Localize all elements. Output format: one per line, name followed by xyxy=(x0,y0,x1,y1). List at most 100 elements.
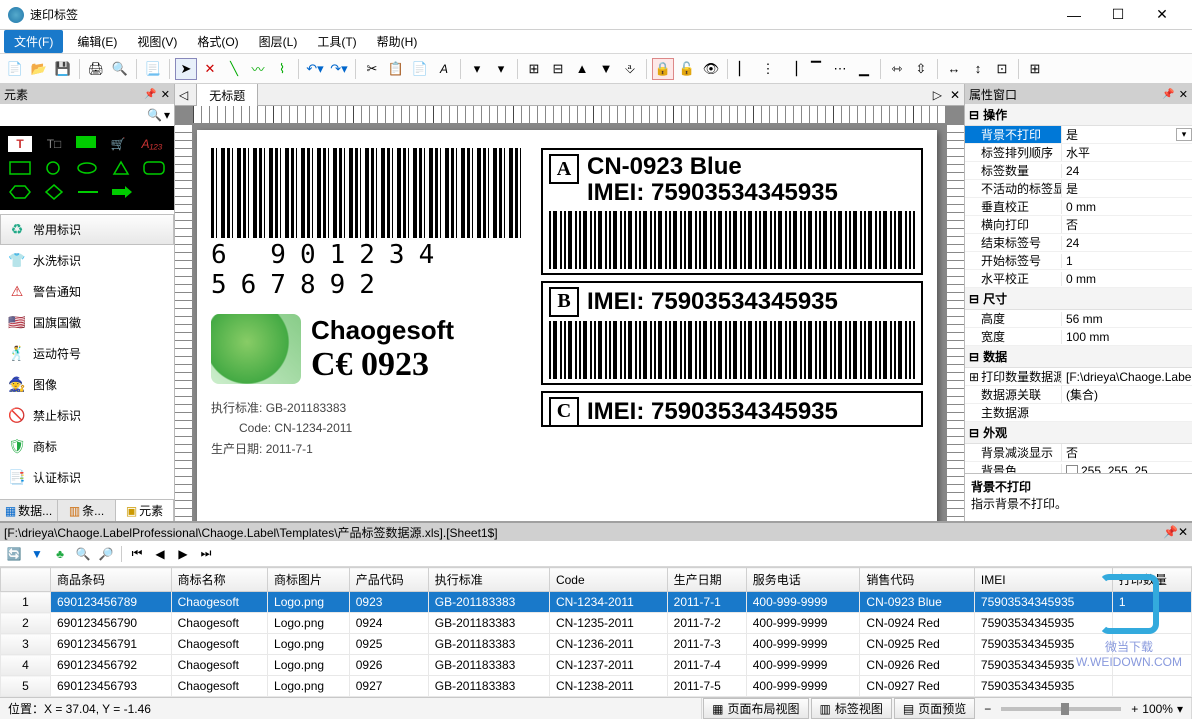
zoom-out-icon[interactable]: − xyxy=(984,702,991,716)
triangle-icon[interactable] xyxy=(109,160,133,176)
distribute-v-button[interactable]: ⇳ xyxy=(910,58,932,80)
same-height-button[interactable]: ↕ xyxy=(967,58,989,80)
same-width-button[interactable]: ↔ xyxy=(943,58,965,80)
align-right-button[interactable]: ▕ xyxy=(781,58,803,80)
view-label[interactable]: ▥ 标签视图 xyxy=(811,698,892,719)
save-button[interactable]: 💾 xyxy=(52,58,74,80)
ellipse-icon[interactable] xyxy=(75,160,99,176)
rect-fill-icon[interactable] xyxy=(76,136,96,148)
prop-row[interactable]: 背景色255, 255, 25 xyxy=(965,462,1192,473)
prop-row[interactable]: 不活动的标签显示是 xyxy=(965,180,1192,198)
menu-view[interactable]: 视图(V) xyxy=(127,30,187,53)
tab-elements[interactable]: ▣元素 xyxy=(116,500,174,521)
main-barcode[interactable] xyxy=(211,148,521,238)
open-button[interactable]: 📂 xyxy=(28,58,50,80)
diamond-icon[interactable] xyxy=(42,184,66,200)
prop-row[interactable]: 主数据源 xyxy=(965,404,1192,422)
category-8[interactable]: 📑认证标识 xyxy=(0,462,174,493)
category-7[interactable]: 🛡商标 xyxy=(0,431,174,462)
print-button[interactable]: 🖨 xyxy=(85,58,107,80)
same-size-button[interactable]: ⊡ xyxy=(991,58,1013,80)
menu-tools[interactable]: 工具(T) xyxy=(307,30,366,53)
bring-front-button[interactable]: ▲ xyxy=(571,58,593,80)
prop-row[interactable]: 宽度100 mm xyxy=(965,328,1192,346)
cut-button[interactable]: ✂ xyxy=(361,58,383,80)
prop-row[interactable]: 背景减淡显示否 xyxy=(965,444,1192,462)
prop-row[interactable]: 垂直校正0 mm xyxy=(965,198,1192,216)
close-icon[interactable]: ✕ xyxy=(1178,525,1188,539)
table-row[interactable]: 2690123456790ChaogesoftLogo.png0924GB-20… xyxy=(1,613,1192,634)
polyline-tool[interactable]: ⌇ xyxy=(271,58,293,80)
slot-b[interactable]: B IMEI: 75903534345935 xyxy=(541,281,923,385)
document-tab[interactable]: 无标题 xyxy=(196,84,258,107)
ce-mark[interactable]: C€ 0923 xyxy=(311,346,454,384)
prop-section[interactable]: ⊟ 外观 xyxy=(965,422,1192,444)
category-6[interactable]: 🚫禁止标识 xyxy=(0,400,174,431)
col-header[interactable]: Code xyxy=(549,568,667,592)
roundrect-icon[interactable] xyxy=(142,160,166,176)
preview-button[interactable]: 🔍 xyxy=(109,58,131,80)
undo-button[interactable]: ↶▾ xyxy=(304,58,326,80)
close-icon[interactable]: ✕ xyxy=(161,88,170,101)
property-grid[interactable]: ⊟ 操作背景不打印是▾标签排列顺序水平标签数量24不活动的标签显示是垂直校正0 … xyxy=(965,104,1192,473)
prop-row[interactable]: 标签数量24 xyxy=(965,162,1192,180)
table-row[interactable]: 5690123456793ChaogesoftLogo.png0927GB-20… xyxy=(1,676,1192,697)
category-5[interactable]: 🧙图像 xyxy=(0,369,174,400)
col-header[interactable]: 商标图片 xyxy=(268,568,350,592)
menu-help[interactable]: 帮助(H) xyxy=(367,30,428,53)
ungroup-button[interactable]: ⊟ xyxy=(547,58,569,80)
col-header[interactable]: 产品代码 xyxy=(349,568,428,592)
table-row[interactable]: 4690123456792ChaogesoftLogo.png0926GB-20… xyxy=(1,655,1192,676)
text-tool-icon[interactable]: T xyxy=(8,136,32,152)
category-1[interactable]: 👕水洗标识 xyxy=(0,245,174,276)
brand-logo-icon[interactable] xyxy=(211,314,301,384)
unlock-button[interactable]: 🔓 xyxy=(676,58,698,80)
redo-button[interactable]: ↷▾ xyxy=(328,58,350,80)
align-center-button[interactable]: ⋮ xyxy=(757,58,779,80)
col-header[interactable]: 商品条码 xyxy=(51,568,172,592)
next-tab-icon[interactable]: ▷ xyxy=(929,88,946,102)
category-2[interactable]: ⚠警告通知 xyxy=(0,276,174,307)
data-grid[interactable]: 商品条码商标名称商标图片产品代码执行标准Code生产日期服务电话销售代码IMEI… xyxy=(0,567,1192,697)
align-top-button[interactable]: ▔ xyxy=(805,58,827,80)
menu-layer[interactable]: 图层(L) xyxy=(249,30,308,53)
lock-button[interactable]: 🔒 xyxy=(652,58,674,80)
paste-button[interactable]: 📄 xyxy=(409,58,431,80)
view-preview[interactable]: ▤ 页面预览 xyxy=(894,698,975,719)
prop-row[interactable]: 结束标签号24 xyxy=(965,234,1192,252)
curve-tool[interactable]: 〰 xyxy=(247,58,269,80)
menu-file[interactable]: 文件(F) xyxy=(4,30,63,53)
close-tab-icon[interactable]: ✕ xyxy=(946,88,964,102)
pin-icon[interactable]: 📌 xyxy=(1163,525,1178,539)
category-4[interactable]: 🕺运动符号 xyxy=(0,338,174,369)
view-page-layout[interactable]: ▦ 页面布局视图 xyxy=(703,698,808,719)
prev-icon[interactable]: ◀ xyxy=(150,544,170,564)
last-icon[interactable]: ⏭ xyxy=(196,544,216,564)
copy-format-button[interactable]: ⎀ xyxy=(619,58,641,80)
slot-a[interactable]: A CN-0923 Blue IMEI: 75903534345935 xyxy=(541,148,923,275)
col-header[interactable] xyxy=(1,568,51,592)
tree-icon[interactable]: ♣ xyxy=(50,544,70,564)
stroke-button[interactable]: ▾ xyxy=(490,58,512,80)
pointer-tool[interactable]: ➤ xyxy=(175,58,197,80)
prop-row[interactable]: 数据源关联(集合) xyxy=(965,386,1192,404)
copy-button[interactable]: 📋 xyxy=(385,58,407,80)
prop-row[interactable]: 水平校正0 mm xyxy=(965,270,1192,288)
textbox-tool-icon[interactable]: T□ xyxy=(42,136,66,152)
col-header[interactable]: 执行标准 xyxy=(428,568,549,592)
tab-barcode[interactable]: ▥条... xyxy=(58,500,116,521)
find-icon[interactable]: 🔍 xyxy=(73,544,93,564)
brand-name[interactable]: Chaogesoft xyxy=(311,315,454,346)
tab-data[interactable]: ▦数据... xyxy=(0,500,58,521)
line-tool-icon[interactable] xyxy=(76,184,100,200)
close-button[interactable]: ✕ xyxy=(1140,0,1184,30)
col-header[interactable]: IMEI xyxy=(974,568,1112,592)
panel-menu-icon[interactable]: ▾ xyxy=(164,108,170,122)
canvas[interactable]: 6 901234 567892 Chaogesoft C€ 0923 执行标准:… xyxy=(193,124,946,521)
prop-section[interactable]: ⊟ 数据 xyxy=(965,346,1192,368)
hexagon-icon[interactable] xyxy=(8,184,32,200)
prop-row[interactable]: 背景不打印是▾ xyxy=(965,126,1192,144)
zoom-icon[interactable]: 🔎 xyxy=(96,544,116,564)
group-button[interactable]: ⊞ xyxy=(523,58,545,80)
panel-search-icon[interactable]: 🔍 xyxy=(147,108,162,122)
